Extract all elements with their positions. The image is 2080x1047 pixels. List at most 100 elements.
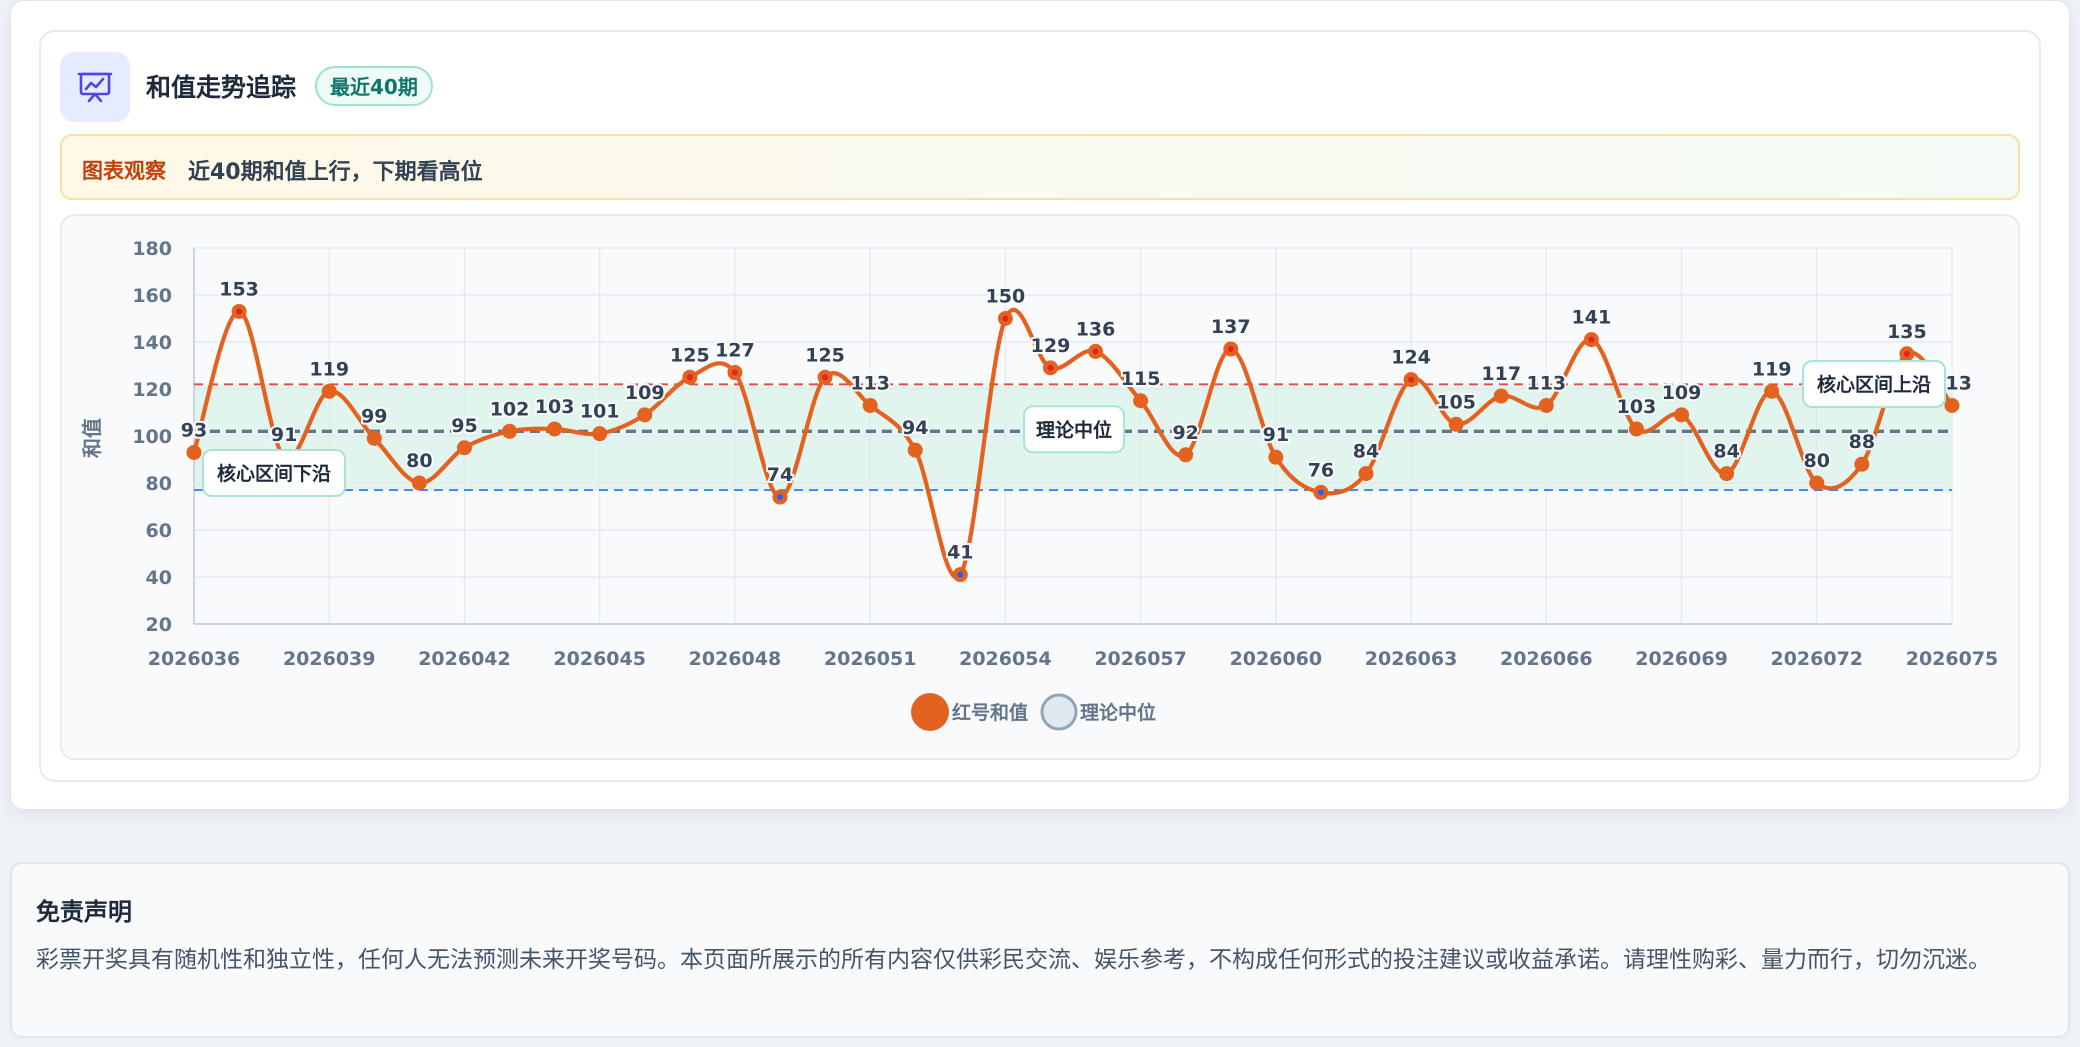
data-label: 135 <box>1887 321 1927 343</box>
data-point-low-marker <box>1317 489 1324 496</box>
data-point <box>637 407 653 423</box>
y-tick-label: 80 <box>146 473 172 495</box>
data-point <box>1358 466 1374 482</box>
data-label: 103 <box>535 396 575 418</box>
insight-banner: 图表观察 近40期和值上行，下期看高位 <box>60 134 2020 200</box>
data-label: 103 <box>1617 396 1657 418</box>
data-point <box>1674 407 1690 423</box>
data-label: 99 <box>361 405 387 427</box>
y-tick-label: 20 <box>146 614 172 636</box>
data-point-high-marker <box>1092 348 1099 355</box>
x-tick-label: 2026036 <box>148 648 241 670</box>
data-label: 91 <box>271 424 297 446</box>
data-point-high-marker <box>1408 376 1415 383</box>
data-label: 101 <box>580 401 620 423</box>
legend-marker-median <box>1040 693 1078 731</box>
disclaimer-text: 彩票开奖具有随机性和独立性，任何人无法预测未来开奖号码。本页面所展示的所有内容仅… <box>36 947 1991 973</box>
data-label: 95 <box>451 415 477 437</box>
data-label: 80 <box>406 450 432 472</box>
data-label: 117 <box>1481 363 1521 385</box>
data-point-low-marker <box>957 571 964 578</box>
data-label: 109 <box>625 382 665 404</box>
data-point-high-marker <box>1047 364 1054 371</box>
y-tick-label: 100 <box>132 426 172 448</box>
upper-annotation: 核心区间上沿 <box>1802 360 1946 408</box>
data-label: 137 <box>1211 316 1251 338</box>
legend-marker-series <box>911 693 949 731</box>
y-tick-label: 120 <box>132 379 172 401</box>
x-tick-label: 2026054 <box>959 648 1052 670</box>
period-badge: 最近40期 <box>315 66 433 106</box>
data-point <box>907 442 923 458</box>
data-label: 109 <box>1662 382 1702 404</box>
data-point <box>1448 416 1464 432</box>
upper-annotation-text: 核心区间上沿 <box>1817 373 1931 396</box>
disclaimer-section: 免责声明 彩票开奖具有随机性和独立性，任何人无法预测未来开奖号码。本页面所展示的… <box>10 862 2070 1038</box>
y-tick-label: 160 <box>132 285 172 307</box>
data-label: 74 <box>767 464 793 486</box>
data-point <box>502 423 518 439</box>
chart-presentation-icon <box>60 52 130 122</box>
data-point <box>547 421 563 437</box>
data-label: 105 <box>1436 391 1476 413</box>
legend-label-series: 红号和值 <box>952 701 1028 724</box>
data-point-high-marker <box>731 369 738 376</box>
data-point <box>1493 388 1509 404</box>
data-label: 76 <box>1308 459 1334 481</box>
data-point <box>321 383 337 399</box>
data-label: 150 <box>986 286 1026 308</box>
disclaimer-title: 免责声明 <box>36 898 132 926</box>
data-label: 127 <box>715 340 755 362</box>
data-label: 41 <box>947 542 973 564</box>
data-point <box>456 440 472 456</box>
data-label: 153 <box>219 278 259 300</box>
data-label: 80 <box>1804 450 1830 472</box>
card-title: 和值走势追踪 <box>146 73 297 102</box>
x-tick-label: 2026048 <box>689 648 782 670</box>
data-point-high-marker <box>236 308 243 315</box>
y-tick-label: 180 <box>132 238 172 260</box>
data-point <box>366 430 382 446</box>
legend-label-median: 理论中位 <box>1080 701 1156 724</box>
data-label: 124 <box>1391 347 1431 369</box>
data-label: 119 <box>309 358 349 380</box>
data-point <box>1854 456 1870 472</box>
data-label: 92 <box>1172 422 1198 444</box>
median-annotation-text: 理论中位 <box>1036 418 1112 441</box>
data-point-high-marker <box>1903 350 1910 357</box>
data-point <box>1133 393 1149 409</box>
data-point <box>1809 475 1825 491</box>
data-point-low-marker <box>777 494 783 501</box>
sum-trend-chart: 和值 20 40 60 80 100 120 140 160 180 2026036 2026039… <box>80 238 1999 731</box>
x-tick-label: 2026063 <box>1365 648 1458 670</box>
x-tick-label: 2026039 <box>283 648 376 670</box>
data-label: 136 <box>1076 318 1116 340</box>
data-label: 91 <box>1263 424 1289 446</box>
x-tick-label: 2026075 <box>1906 648 1999 670</box>
data-label: 102 <box>490 398 530 420</box>
x-tick-label: 2026060 <box>1230 648 1323 670</box>
data-point-high-marker <box>822 374 829 381</box>
y-tick-label: 140 <box>132 332 172 354</box>
data-point-high-marker <box>1227 346 1234 353</box>
data-label: 129 <box>1031 335 1071 357</box>
y-tick-label: 60 <box>146 520 172 542</box>
data-point <box>1628 421 1644 437</box>
y-axis-label: 和值 <box>80 418 104 458</box>
data-label: 84 <box>1713 441 1739 463</box>
data-label: 113 <box>850 372 890 394</box>
x-tick-label: 2026057 <box>1094 648 1187 670</box>
data-point-high-marker <box>686 374 693 381</box>
chart-panel: 和值 20 40 60 80 100 120 140 160 180 2026036 2026039… <box>60 214 2020 760</box>
data-label: 125 <box>670 344 710 366</box>
insight-text: 近40期和值上行，下期看高位 <box>188 160 483 185</box>
x-tick-label: 2026069 <box>1635 648 1728 670</box>
data-point <box>592 426 608 442</box>
x-tick-label: 2026066 <box>1500 648 1593 670</box>
data-label: 115 <box>1121 368 1161 390</box>
data-label: 88 <box>1849 431 1875 453</box>
x-tick-label: 2026042 <box>418 648 511 670</box>
data-point <box>1764 383 1780 399</box>
data-point-high-marker <box>1588 336 1595 343</box>
x-tick-label: 2026072 <box>1770 648 1863 670</box>
